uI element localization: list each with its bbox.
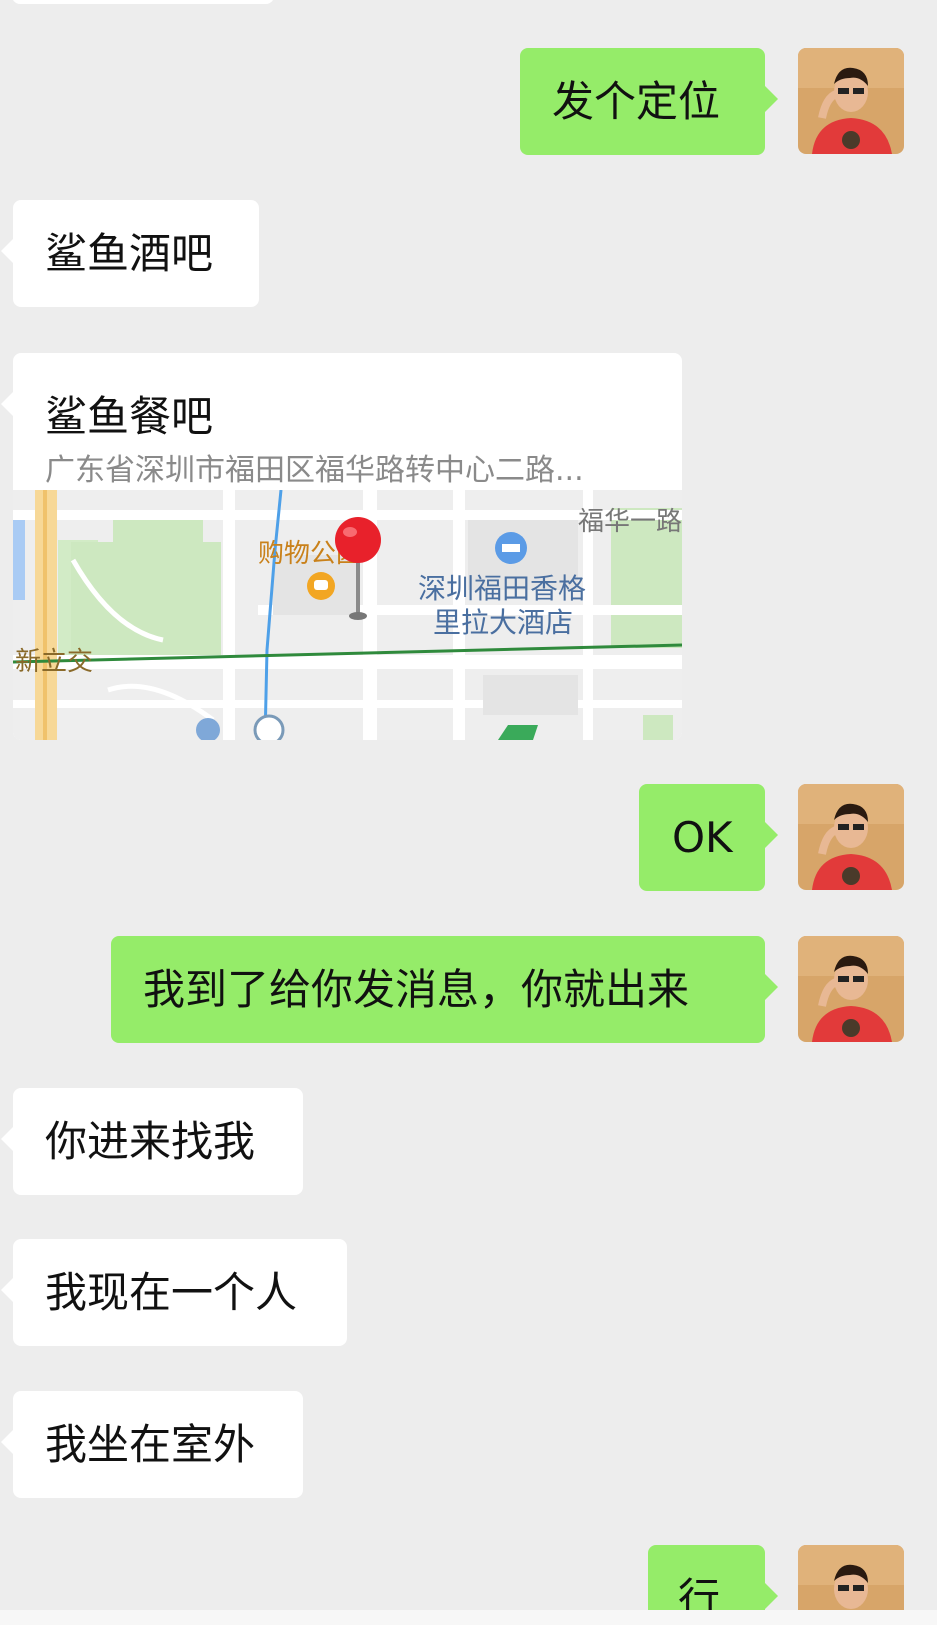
message-bubble-incoming[interactable]: 我坐在室外 [1,1391,303,1498]
user-avatar[interactable] [798,936,904,1042]
message-bubble-outgoing[interactable]: OK [639,784,778,891]
user-avatar[interactable] [798,48,904,154]
location-name: 鲨鱼餐吧 [45,392,214,441]
message-bubble-incoming[interactable]: 我现在一个人 [1,1239,347,1346]
location-address: 广东省深圳市福田区福华路转中心二路... [45,453,584,488]
message-bubble-outgoing[interactable]: 我到了给你发消息，你就出来 [111,936,778,1043]
message-text: OK [672,812,733,862]
message-text: 你进来找我 [45,1116,256,1166]
message-bubble-outgoing[interactable]: 发个定位 [520,48,778,155]
map-label-road: 福华一路 [578,507,682,537]
message-text: 我坐在室外 [45,1419,256,1469]
chat-screen: 发个定位 鲨鱼酒吧 鲨鱼餐吧 广东省深圳市福田区福华路转中心二路... 福华一路… [0,0,937,1625]
avatar-photo [798,48,904,154]
map-label-hotel: 里拉大酒店 [433,606,573,639]
avatar-photo [798,936,904,1042]
avatar-photo [798,784,904,890]
previous-message-bubble[interactable] [12,0,274,4]
map-label-hotel: 深圳福田香格 [418,572,586,605]
message-text: 我现在一个人 [45,1267,298,1317]
location-card[interactable]: 鲨鱼餐吧 广东省深圳市福田区福华路转中心二路... 福华一路 购物公园 深圳福田… [13,353,682,740]
message-text: 我到了给你发消息，你就出来 [143,964,690,1014]
metro-station-icon [253,714,285,740]
message-text: 发个定位 [552,76,721,126]
input-bar-edge [0,1610,937,1625]
message-bubble-incoming[interactable]: 鲨鱼酒吧 [1,200,259,307]
user-avatar[interactable] [798,784,904,890]
location-map[interactable]: 福华一路 购物公园 深圳福田香格 里拉大酒店 新立交 [13,490,682,740]
map-label-station: 新立交 [15,647,93,677]
message-bubble-incoming[interactable]: 你进来找我 [1,1088,303,1195]
message-text: 鲨鱼酒吧 [45,228,214,278]
